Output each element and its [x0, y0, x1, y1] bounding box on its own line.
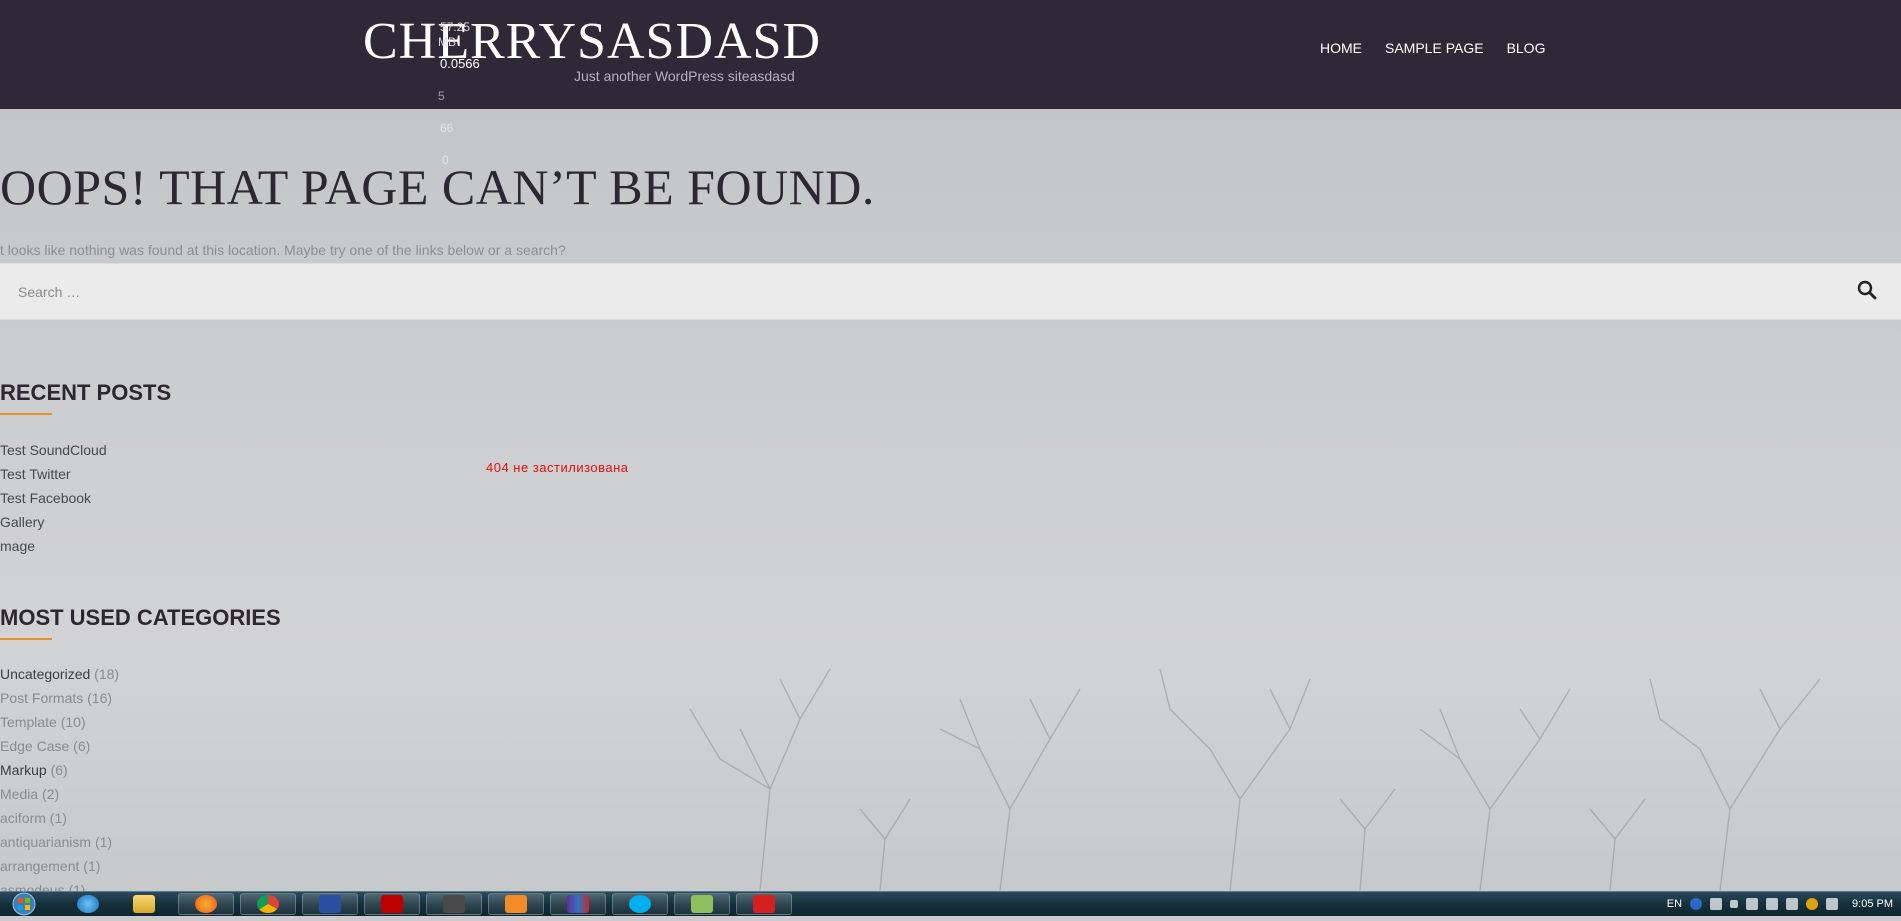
category-link[interactable]: aciform [0, 810, 46, 826]
search-icon[interactable] [1857, 280, 1879, 302]
nav-sample-page[interactable]: SAMPLE PAGE [1385, 40, 1484, 56]
debug-note: 404 не застилизована [486, 460, 629, 475]
category-count: (10) [60, 714, 86, 730]
network-app-icon[interactable] [674, 893, 730, 915]
clock[interactable]: 9:05 PM [1852, 898, 1893, 910]
puzzle-app-icon[interactable] [736, 893, 792, 915]
list-item: Edge Case (6) [0, 734, 119, 758]
category-link[interactable]: Post Formats [0, 690, 83, 706]
debug-time-value: 0.0566 [440, 56, 480, 71]
network-icon[interactable] [1766, 898, 1779, 910]
list-item: mage [0, 534, 107, 558]
category-link[interactable]: Media [0, 786, 38, 802]
recent-post-link[interactable]: Gallery [0, 514, 44, 530]
category-link[interactable]: Template [0, 714, 57, 730]
category-link[interactable]: Markup [0, 762, 47, 778]
category-count: (18) [94, 666, 120, 682]
category-count: (1) [83, 858, 101, 874]
recent-posts-underline [0, 413, 52, 415]
skype-icon[interactable] [612, 893, 668, 915]
page-title: OOPS! THAT PAGE CAN’T BE FOUND. [0, 159, 875, 215]
debug-memory-value: 57.25 [440, 20, 471, 34]
system-tray: EN 9:05 PM [1667, 892, 1893, 916]
site-header: CHERRYSASDASD Just another WordPress sit… [0, 0, 1901, 109]
categories-list: Uncategorized (18) Post Formats (16) Tem… [0, 662, 119, 902]
volume-icon[interactable] [1786, 898, 1799, 910]
list-item: Test Twitter [0, 462, 107, 486]
debug-value-0: 0 [442, 153, 449, 167]
categories-underline [0, 638, 52, 640]
flag-icon[interactable] [1746, 898, 1759, 910]
debug-queries-value: 66 [440, 121, 454, 135]
site-tagline: Just another WordPress siteasdasd [574, 68, 795, 84]
settings-icon[interactable] [1710, 898, 1723, 910]
search-input[interactable] [0, 264, 1850, 319]
internet-explorer-icon[interactable] [60, 893, 116, 915]
start-button[interactable] [4, 892, 44, 916]
bare-trees-illustration [689, 668, 1821, 891]
list-item: Media (2) [0, 782, 119, 806]
categories-title: MOST USED CATEGORIES [0, 605, 281, 630]
category-count: (1) [94, 834, 113, 850]
category-count: (6) [73, 738, 91, 754]
firefox-icon[interactable] [178, 893, 234, 915]
list-item: Test Facebook [0, 486, 107, 510]
category-link[interactable]: Uncategorized [0, 666, 90, 682]
media-app-icon[interactable] [426, 893, 482, 915]
winrar-icon[interactable] [550, 893, 606, 915]
file-explorer-icon[interactable] [116, 893, 172, 915]
windows-taskbar: EN 9:05 PM [0, 891, 1901, 916]
category-link[interactable]: Edge Case [0, 738, 69, 754]
not-found-message: t looks like nothing was found at this l… [0, 242, 566, 258]
recent-post-link[interactable]: mage [0, 538, 35, 554]
list-item: aciform (1) [0, 806, 119, 830]
list-item: Post Formats (16) [0, 686, 119, 710]
list-item: arrangement (1) [0, 854, 119, 878]
search-form [0, 263, 1901, 320]
recent-post-link[interactable]: Test Twitter [0, 466, 71, 482]
category-count: (16) [87, 690, 113, 706]
list-item: Uncategorized (18) [0, 662, 119, 686]
update-icon[interactable] [1806, 898, 1819, 910]
list-item: Markup (6) [0, 758, 119, 782]
category-count: (1) [49, 810, 67, 826]
category-count: (6) [50, 762, 68, 778]
debug-stats-panel: 57.25 MB 0.0566 5 66 0 [438, 18, 480, 176]
filezilla-icon[interactable] [364, 893, 420, 915]
save-disk-icon[interactable] [302, 893, 358, 915]
chrome-icon[interactable] [240, 893, 296, 915]
recent-posts-title: RECENT POSTS [0, 380, 172, 405]
battery-icon[interactable] [1826, 898, 1839, 910]
category-link[interactable]: arrangement [0, 858, 79, 874]
list-item: Template (10) [0, 710, 119, 734]
nav-home[interactable]: HOME [1320, 40, 1362, 56]
list-item: Test SoundCloud [0, 438, 107, 462]
category-count: (2) [42, 786, 60, 802]
help-icon[interactable] [1690, 898, 1703, 910]
language-indicator[interactable]: EN [1667, 898, 1682, 910]
list-item: Gallery [0, 510, 107, 534]
recent-posts-list: Test SoundCloud Test Twitter Test Facebo… [0, 438, 107, 558]
list-item: antiquarianism (1) [0, 830, 119, 854]
sublime-text-icon[interactable] [488, 893, 544, 915]
page-background [0, 109, 1901, 891]
site-title[interactable]: CHERRYSASDASD [363, 14, 821, 70]
main-navigation: HOME SAMPLE PAGE BLOG [1320, 40, 1545, 56]
show-hidden-icons-icon[interactable] [1730, 900, 1739, 908]
recent-post-link[interactable]: Test Facebook [0, 490, 91, 506]
nav-blog[interactable]: BLOG [1507, 40, 1546, 56]
category-link[interactable]: antiquarianism [0, 834, 91, 850]
recent-post-link[interactable]: Test SoundCloud [0, 442, 107, 458]
debug-value-5: 5 [438, 89, 445, 103]
